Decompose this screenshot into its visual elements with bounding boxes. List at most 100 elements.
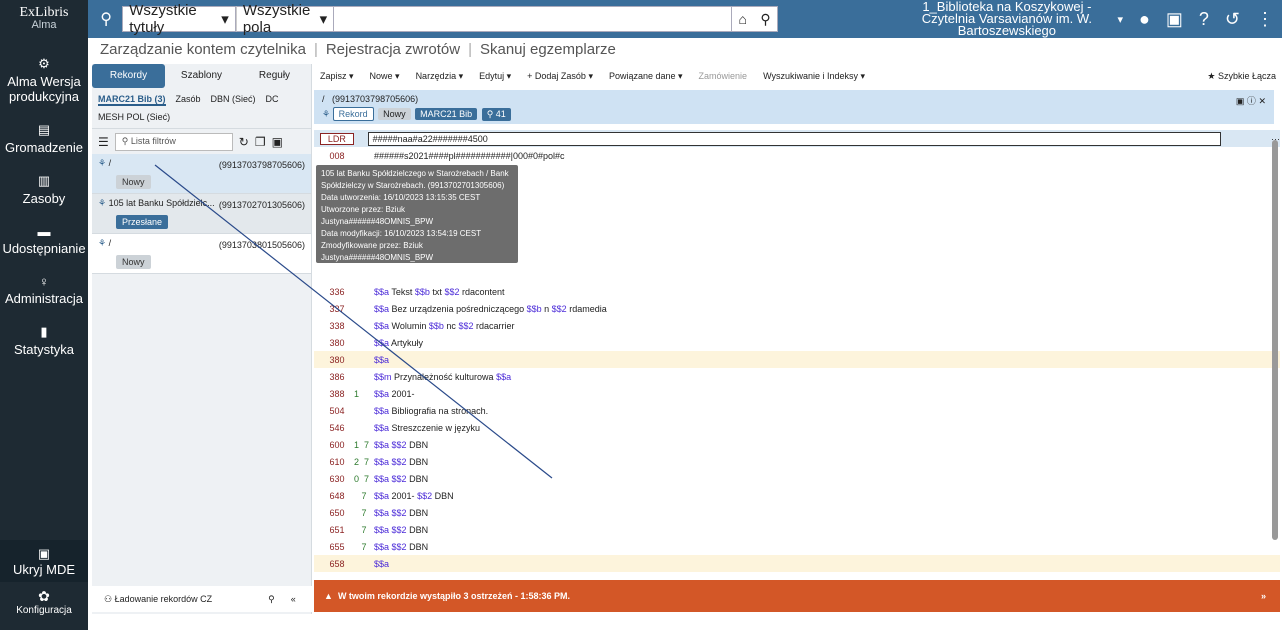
list-item[interactable]: ⚘ / (9913703801505606) Nowy — [92, 234, 311, 274]
tab-mesh-pol[interactable]: MESH POL (Sieć) — [92, 112, 311, 128]
current-library[interactable]: 1_Biblioteka na Koszykowej - Czytelnia V… — [918, 0, 1095, 37]
link-returns[interactable]: Rejestracja zwrotów — [326, 41, 460, 58]
marc-field-row[interactable]: 650 7 $$a $$2 DBN — [314, 504, 1280, 521]
marc-field-row[interactable]: 600 1 7 $$a $$2 DBN — [314, 436, 1280, 453]
save-icon[interactable]: ▣ — [1236, 96, 1245, 106]
close-icon[interactable]: ✕ — [1258, 96, 1266, 106]
marc-field-row[interactable]: 651 7 $$a $$2 DBN — [314, 521, 1280, 538]
marc-field-row[interactable]: 648 7 $$a 2001- $$2 DBN — [314, 487, 1280, 504]
edit-menu[interactable]: Edytuj ▾ — [479, 71, 511, 82]
marc-field-row[interactable] — [314, 266, 1280, 283]
chevron-down-icon[interactable]: ▾ — [1117, 13, 1123, 26]
field-content[interactable]: $$a 2001- $$2 DBN — [374, 491, 454, 501]
title-type-select[interactable]: Wszystkie tytuły ▾ — [122, 2, 236, 36]
marc-field-row[interactable]: 610 2 7 $$a $$2 DBN — [314, 453, 1280, 470]
marc-field-row[interactable]: 338 $$a Wolumin $$b nc $$2 rdacarrier — [314, 317, 1280, 334]
field-select[interactable]: Wszystkie pola ▾ — [235, 2, 335, 36]
marc-field-row[interactable]: 655 7 $$a $$2 DBN — [314, 538, 1280, 555]
marc-field-row[interactable]: 380 $$a Artykuły — [314, 334, 1280, 351]
field-content[interactable]: $$a 2001- — [374, 389, 415, 399]
marc-field-row[interactable]: 337 $$a Bez urządzenia pośredniczącego $$… — [314, 300, 1280, 317]
loading-records-row[interactable]: ⚇ Ładowanie rekordów CZ ⚲ « — [92, 586, 312, 612]
list-item[interactable]: ⚘ / (9913703798705606) Nowy — [92, 154, 311, 194]
info-icon[interactable]: ⓘ — [1247, 96, 1256, 106]
tab-rekordy[interactable]: Rekordy — [92, 64, 165, 88]
field-content[interactable]: $$a Wolumin $$b nc $$2 rdacarrier — [374, 321, 514, 331]
tab-dbn[interactable]: DBN (Sieć) — [211, 94, 256, 106]
nav-gromadzenie[interactable]: ▤ Gromadzenie — [0, 122, 88, 155]
more-icon[interactable]: ⋮ — [1256, 9, 1274, 30]
tasks-icon[interactable]: ▣ — [1166, 9, 1183, 30]
search-indexes-menu[interactable]: Wyszukiwanie i Indeksy ▾ — [763, 71, 865, 82]
tab-marc21-bib[interactable]: MARC21 Bib (3) — [98, 94, 166, 106]
home-icon[interactable]: ⌂ — [738, 11, 746, 27]
field-content[interactable]: $$a $$2 DBN — [374, 525, 428, 535]
field-content[interactable]: $$a — [374, 355, 389, 365]
configuration-button[interactable]: ✿ Konfiguracja — [0, 588, 88, 616]
pin-icon[interactable]: ⚲ — [268, 594, 275, 605]
nav-zasoby[interactable]: ▥ Zasoby — [0, 173, 88, 206]
search-icon[interactable]: ⚲ — [760, 11, 770, 28]
related-data-menu[interactable]: Powiązane dane ▾ — [609, 71, 683, 82]
save-menu[interactable]: Zapisz ▾ — [320, 71, 354, 82]
expand-icon[interactable]: » — [1261, 591, 1266, 601]
user-icon[interactable]: ● — [1139, 9, 1150, 30]
field-content[interactable]: $$i W: $$t $$w — [374, 576, 433, 577]
nav-alma-production[interactable]: ⚙ Alma Wersja produkcyjna — [0, 56, 88, 104]
collapse-icon[interactable]: « — [291, 594, 296, 604]
exlibris-logo[interactable]: ExLibris Alma — [0, 0, 88, 38]
list-item[interactable]: ⚘ 105 lat Banku Spółdzielc... (991370270… — [92, 194, 311, 234]
editor-scrollbar[interactable] — [1272, 140, 1278, 540]
field-content[interactable]: $$a — [374, 559, 389, 569]
marc-field-row[interactable]: 658 $$a — [314, 555, 1280, 572]
warning-bar[interactable]: ▲ W twoim rekordzie wystąpiło 3 ostrzeże… — [314, 580, 1280, 612]
ldr-input[interactable]: #####naa#a22#######4500 — [367, 131, 1221, 146]
field-content[interactable]: $$a Artykuły — [374, 338, 423, 348]
search-scope-icon[interactable]: ⚲ — [96, 9, 116, 29]
field-content[interactable]: $$a $$2 DBN — [374, 508, 428, 518]
field-content[interactable]: $$a Bibliografia na stronach. — [374, 406, 488, 416]
nav-statystyka[interactable]: ▮ Statystyka — [0, 324, 88, 357]
new-menu[interactable]: Nowe ▾ — [370, 71, 400, 82]
field-content[interactable]: $$a $$2 DBN — [374, 457, 428, 467]
add-holding-menu[interactable]: + Dodaj Zasób ▾ — [527, 71, 593, 82]
ldr-row[interactable]: LDR #####naa#a22#######4500 ··· — [314, 130, 1280, 147]
copy-icon[interactable]: ❐ — [255, 135, 266, 149]
marc-field-row[interactable]: 7730$$i W: $$t $$w — [314, 572, 1280, 577]
nav-udostepnianie[interactable]: ▬ Udostępnianie — [0, 224, 88, 256]
refresh-icon[interactable]: ↻ — [239, 135, 249, 149]
field-content[interactable]: $$a $$2 DBN — [374, 440, 428, 450]
marc-field-row[interactable]: 546 $$a Streszczenie w języku — [314, 419, 1280, 436]
hide-mde-button[interactable]: ▣ Ukryj MDE — [0, 540, 88, 582]
panel-icon[interactable]: ▣ — [272, 135, 283, 149]
link-scan-items[interactable]: Skanuj egzemplarze — [480, 41, 616, 58]
field-content[interactable]: $$a Streszczenie w języku — [374, 423, 480, 433]
marc-field-row[interactable]: 336 $$a Tekst $$b txt $$2 rdacontent — [314, 283, 1280, 300]
link-patron-services[interactable]: Zarządzanie kontem czytelnika — [100, 41, 306, 58]
marc-field-row[interactable]: 504 $$a Bibliografia na stronach. — [314, 402, 1280, 419]
nav-administracja[interactable]: ♀ Administracja — [0, 274, 88, 306]
tab-dc[interactable]: DC — [266, 94, 279, 106]
quick-links-button[interactable]: ★ Szybkie Łącza — [1207, 71, 1276, 82]
tab-zasob[interactable]: Zasób — [176, 94, 201, 106]
marc-field-row[interactable]: 386 $$m Przynależność kulturowa $$a — [314, 368, 1280, 385]
filter-settings-icon[interactable]: ☰ — [98, 135, 109, 149]
field-content[interactable]: $$a $$2 DBN — [374, 542, 428, 552]
history-icon[interactable]: ↺ — [1225, 9, 1240, 30]
tools-menu[interactable]: Narzędzia ▾ — [416, 71, 464, 82]
help-icon[interactable]: ? — [1199, 9, 1209, 30]
marc-field-row[interactable]: 388 1 $$a 2001- — [314, 385, 1280, 402]
marc-field-row[interactable]: 380 $$a — [314, 351, 1280, 368]
search-input[interactable] — [334, 6, 731, 32]
field-content[interactable]: ######s2021####pl###########|000#0#pol#c — [374, 151, 565, 161]
marc-field-row[interactable]: 630 0 7 $$a $$2 DBN — [314, 470, 1280, 487]
field-content[interactable]: $$m Przynależność kulturowa $$a — [374, 372, 511, 382]
field-tag: 380 — [329, 354, 345, 365]
marc-field-row[interactable]: 008 ######s2021####pl###########|000#0#po… — [314, 147, 1280, 164]
tab-szablony[interactable]: Szablony — [165, 64, 238, 88]
tab-reguly[interactable]: Reguły — [238, 64, 311, 88]
field-content[interactable]: $$a $$2 DBN — [374, 474, 428, 484]
filter-list-input[interactable]: ⚲ Lista filtrów — [114, 132, 233, 151]
field-content[interactable]: $$a Tekst $$b txt $$2 rdacontent — [374, 287, 505, 297]
field-content[interactable]: $$a Bez urządzenia pośredniczącego $$b n… — [374, 304, 607, 314]
